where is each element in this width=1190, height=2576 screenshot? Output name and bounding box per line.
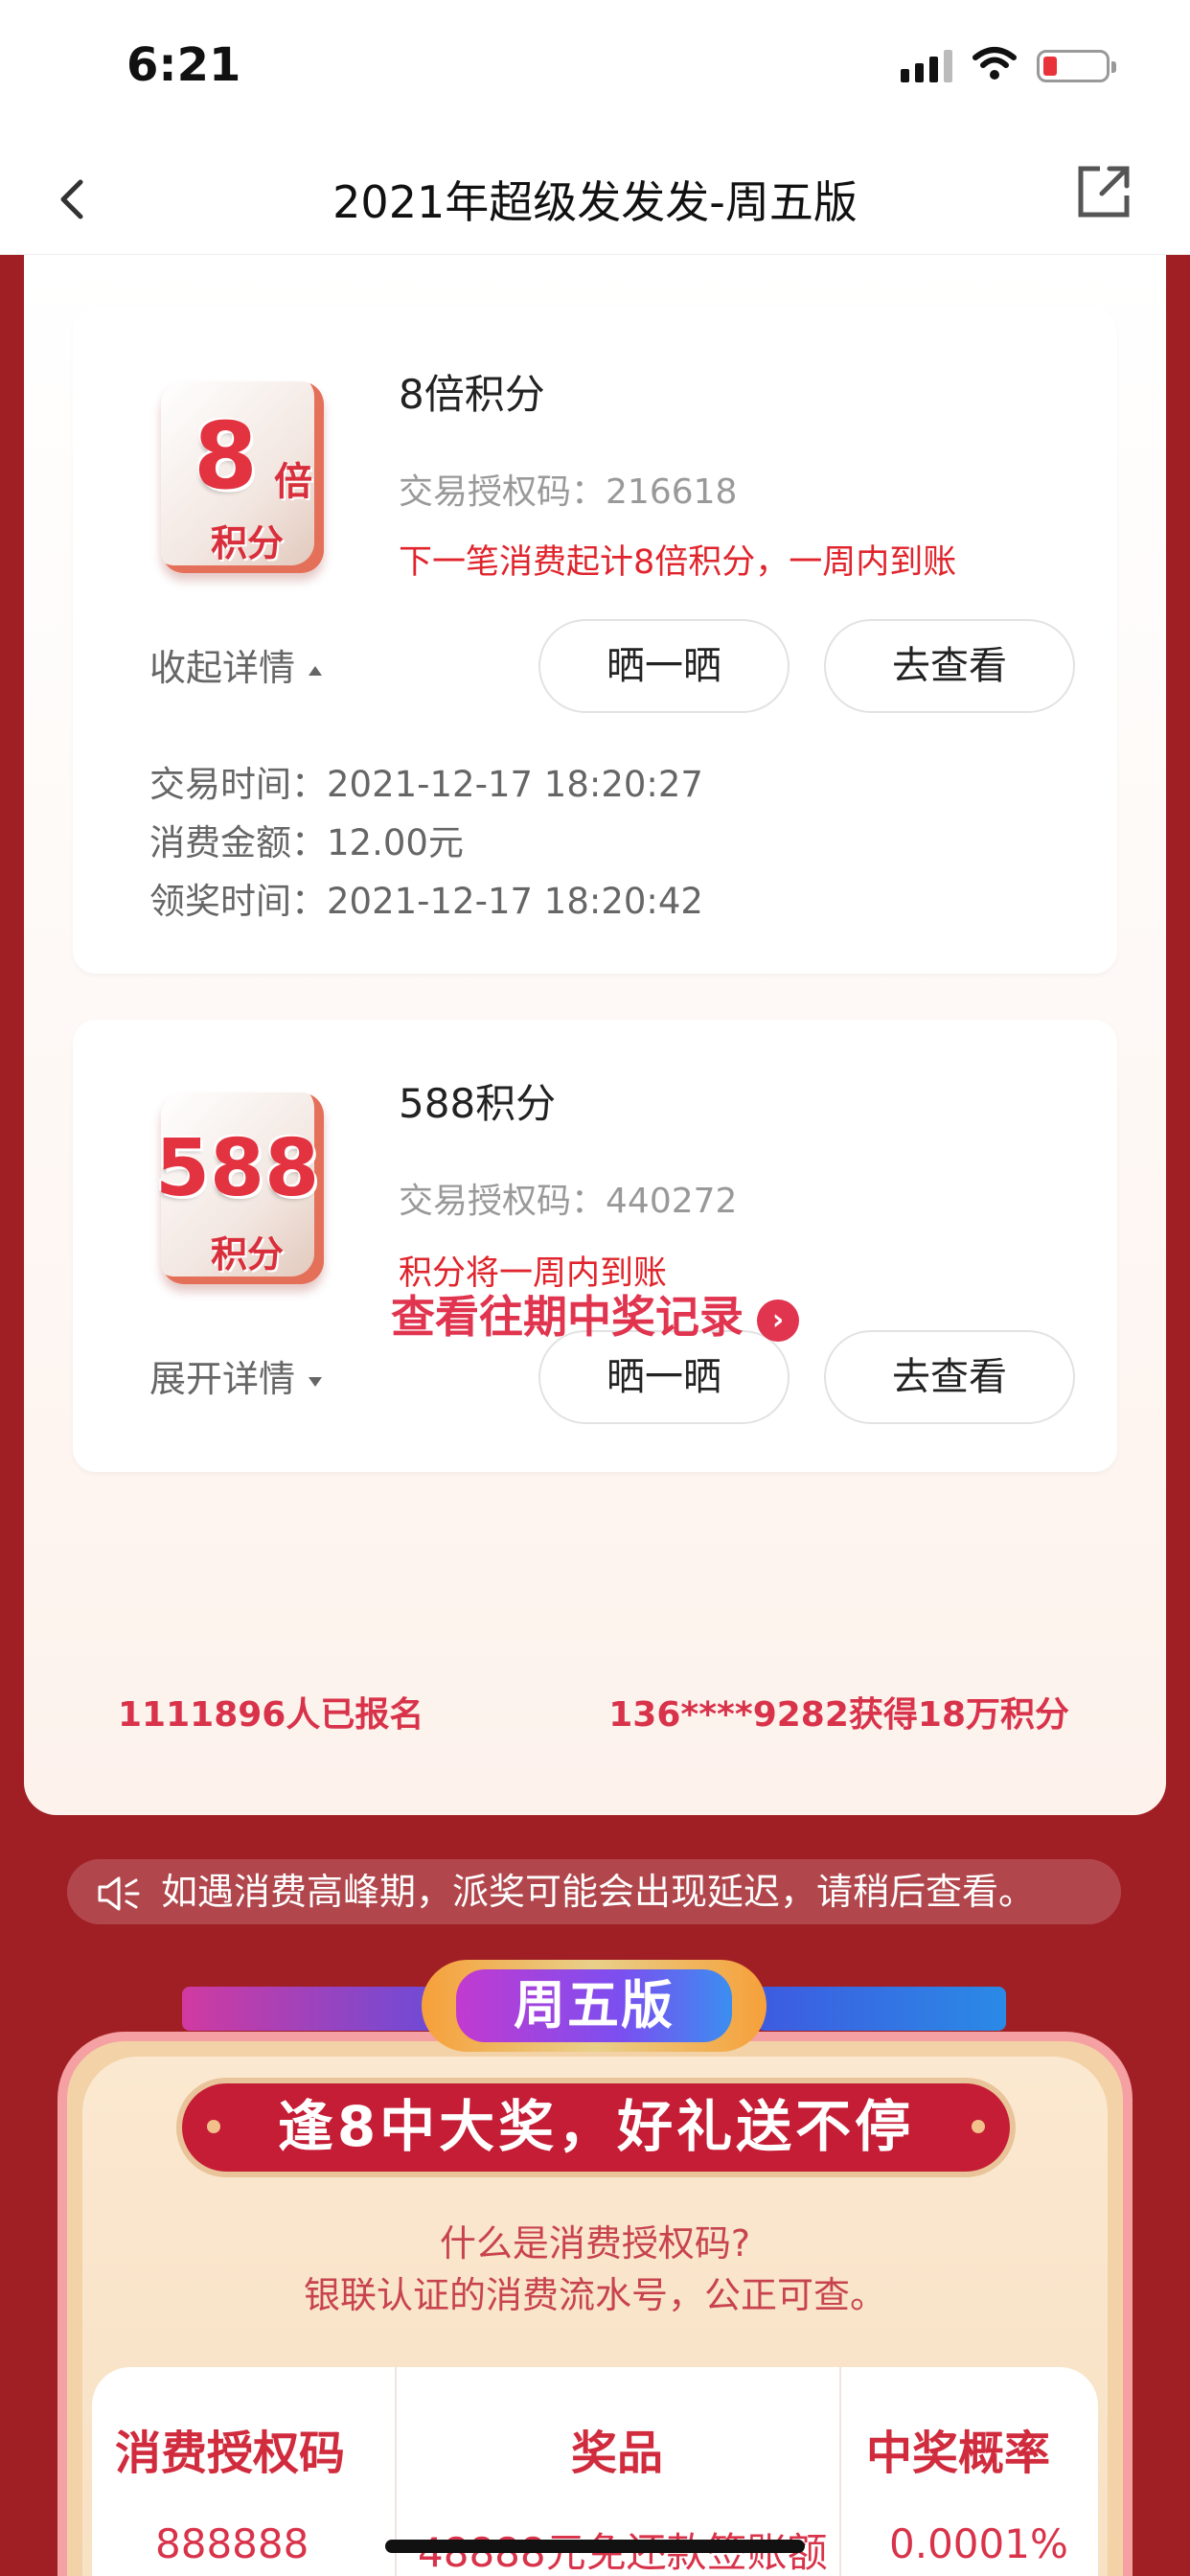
history-link-label: 查看往期中奖记录 xyxy=(391,1291,744,1343)
prize-card-8x: 8 倍 积分 8倍积分 交易授权码：216618 下一笔消费起计8倍积分，一周内… xyxy=(73,309,1117,974)
page-title: 2021年超级发发发-周五版 xyxy=(332,176,858,228)
prize-badge-588: 588 积分 xyxy=(155,1092,324,1294)
view-button[interactable]: 去查看 xyxy=(824,619,1075,713)
status-bar: 6:21 xyxy=(0,0,1190,144)
chevron-right-icon: › xyxy=(757,1299,799,1342)
table-cell-odds: 0.0001% xyxy=(889,2520,1068,2567)
share-icon[interactable] xyxy=(1075,163,1133,220)
toggle-label: 展开详情 xyxy=(149,1358,296,1400)
auth-code-value: 216618 xyxy=(606,472,738,512)
promo-banner: 逢8中大奖，好礼送不停 xyxy=(176,2078,1016,2177)
prize-badge-8x: 8 倍 积分 xyxy=(161,381,324,583)
history-link[interactable]: 查看往期中奖记录 › xyxy=(24,1282,1166,1346)
detail-value: 2021-12-17 18:20:27 xyxy=(327,764,703,805)
plaque-rail-right xyxy=(757,1987,1006,2031)
notice-text: 如遇消费高峰期，派奖可能会出现延迟，请稍后查看。 xyxy=(161,1871,1036,1913)
detail-value: 2021-12-17 18:20:42 xyxy=(327,881,703,922)
badge-number: 588 xyxy=(155,1123,320,1214)
caret-up-icon xyxy=(309,665,323,676)
promo-banner-text: 逢8中大奖，好礼送不停 xyxy=(277,2094,915,2159)
badge-unit: 积分 xyxy=(211,1233,285,1276)
detail-label: 领奖时间： xyxy=(149,881,327,922)
home-indicator[interactable] xyxy=(385,2540,805,2553)
auth-code-answer: 银联认证的消费流水号，公正可查。 xyxy=(303,2274,886,2316)
auth-code: 交易授权码：440272 xyxy=(399,1173,737,1223)
prize-card-588: 588 积分 588积分 交易授权码：440272 积分将一周内到账 展开详情 … xyxy=(73,1020,1117,1472)
badge-side: 倍 xyxy=(274,460,312,504)
table-header-odds: 中奖概率 xyxy=(866,2426,1051,2480)
caret-down-icon xyxy=(309,1376,323,1387)
status-time: 6:21 xyxy=(126,38,241,92)
auth-code-label: 交易授权码： xyxy=(399,1182,606,1221)
detail-row: 交易时间：2021-12-17 18:20:27 xyxy=(149,755,703,807)
badge-unit: 积分 xyxy=(211,522,285,564)
toggle-label: 收起详情 xyxy=(149,647,296,689)
winner-ticker: 136****9282获得18万积分 xyxy=(608,1695,1069,1735)
table-divider xyxy=(839,2367,841,2576)
detail-value: 12.00元 xyxy=(327,822,464,863)
signal-icon xyxy=(901,50,952,82)
badge-number: 8 xyxy=(194,402,258,510)
plaque-rail-left xyxy=(182,1987,441,2031)
delay-notice: 如遇消费高峰期，派奖可能会出现延迟，请稍后查看。 xyxy=(67,1859,1121,1924)
detail-row: 领奖时间：2021-12-17 18:20:42 xyxy=(149,872,703,924)
auth-code: 交易授权码：216618 xyxy=(399,464,737,514)
prize-title: 588积分 xyxy=(399,1080,557,1127)
auth-code-label: 交易授权码： xyxy=(399,472,606,512)
collapse-details-toggle[interactable]: 收起详情 xyxy=(149,638,324,691)
wifi-icon xyxy=(973,47,1017,80)
edition-plaque-label: 周五版 xyxy=(456,1969,732,2042)
registered-count: 1111896人已报名 xyxy=(118,1695,424,1735)
detail-label: 消费金额： xyxy=(149,822,327,863)
detail-label: 交易时间： xyxy=(149,764,327,805)
prize-title: 8倍积分 xyxy=(399,371,545,418)
table-header-code: 消费授权码 xyxy=(115,2426,346,2480)
speaker-icon xyxy=(98,1876,140,1911)
auth-code-question: 什么是消费授权码? xyxy=(439,2222,751,2265)
prize-note: 下一笔消费起计8倍积分，一周内到账 xyxy=(399,543,957,582)
table-header-prize: 奖品 xyxy=(571,2426,664,2480)
table-cell-code: 888888 xyxy=(155,2520,309,2567)
edition-plaque: 周五版 xyxy=(422,1960,767,2052)
detail-row: 消费金额：12.00元 xyxy=(149,814,464,865)
expand-details-toggle[interactable]: 展开详情 xyxy=(149,1349,324,1402)
auth-code-value: 440272 xyxy=(606,1182,738,1221)
nav-bar: 2021年超级发发发-周五版 xyxy=(0,144,1190,255)
share-button[interactable]: 晒一晒 xyxy=(538,619,790,713)
battery-icon xyxy=(1037,50,1116,82)
